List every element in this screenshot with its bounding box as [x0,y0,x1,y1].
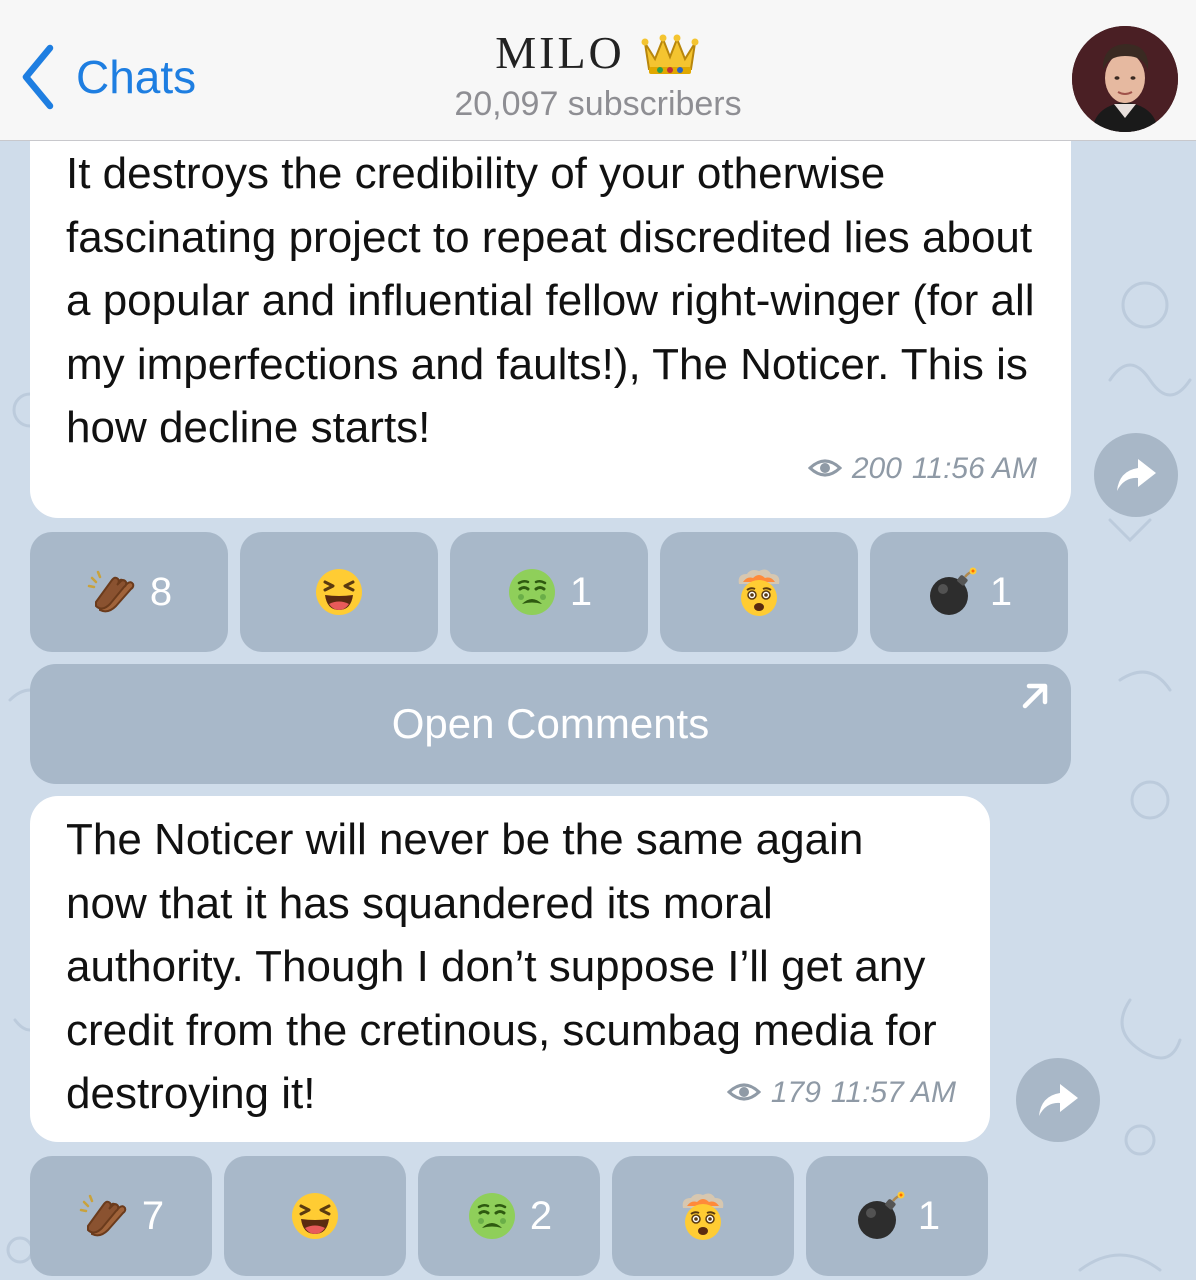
share-arrow-icon [1117,459,1156,491]
eye-icon [726,1083,761,1101]
grinning-squinting-face-icon [313,566,365,618]
message-meta: 200 11:56 AM [807,437,1037,501]
reaction-count: 2 [529,1193,553,1238]
exploding-head-icon [677,1190,729,1242]
view-count: 200 [851,451,902,485]
reaction-exploding-head[interactable] [612,1156,794,1276]
reaction-count: 1 [989,569,1013,614]
profile-photo [1072,26,1178,132]
reaction-bomb[interactable]: 1 [806,1156,988,1276]
clapping-hands-icon [78,1190,130,1242]
exploding-head-icon [733,566,785,618]
reaction-grinning-squinting-face[interactable] [240,532,438,652]
reaction-nauseated-face[interactable]: 2 [418,1156,600,1276]
crown-icon [641,34,699,74]
reaction-count: 1 [569,569,593,614]
message-bubble[interactable]: It destroys the credibility of your othe… [30,120,1071,518]
subscriber-count: 20,097 subscribers [454,85,742,123]
avatar[interactable] [1072,26,1178,132]
arrow-up-right-icon [1022,683,1048,709]
eye-icon [807,459,842,477]
reaction-exploding-head[interactable] [660,532,858,652]
share-button[interactable] [1094,433,1178,517]
chat-header: Chats MILO 20,097 subscribers [0,0,1196,141]
open-comments-button[interactable]: Open Comments [30,664,1071,784]
reactions-row: 7 2 1 [30,1156,1000,1276]
share-button[interactable] [1016,1058,1100,1142]
channel-title-row: MILO [495,26,701,79]
channel-title: MILO [495,27,625,78]
clapping-hands-icon [86,566,138,618]
message-time: 11:56 AM [911,451,1037,485]
message-time: 11:57 AM [830,1075,956,1109]
open-comments-label: Open Comments [391,700,710,747]
reaction-count: 7 [141,1193,165,1238]
view-count: 179 [770,1075,821,1109]
nauseated-face-icon [506,566,558,618]
nauseated-face-icon [466,1190,518,1242]
reaction-nauseated-face[interactable]: 1 [450,532,648,652]
reactions-row: 8 1 1 [30,532,1080,652]
message-text: It destroys the credibility of your othe… [66,149,1035,452]
bomb-icon [854,1190,906,1242]
reaction-bomb[interactable]: 1 [870,532,1068,652]
bomb-icon [926,566,978,618]
reaction-grinning-squinting-face[interactable] [224,1156,406,1276]
message-bubble[interactable]: The Noticer will never be the same again… [30,796,990,1142]
reaction-clapping-hands[interactable]: 8 [30,532,228,652]
reaction-count: 1 [917,1193,941,1238]
reaction-count: 8 [149,569,173,614]
grinning-squinting-face-icon [289,1190,341,1242]
share-arrow-icon [1039,1084,1078,1116]
message-meta: 179 11:57 AM [726,1061,956,1125]
channel-info[interactable]: MILO 20,097 subscribers [0,26,1196,124]
reaction-clapping-hands[interactable]: 7 [30,1156,212,1276]
